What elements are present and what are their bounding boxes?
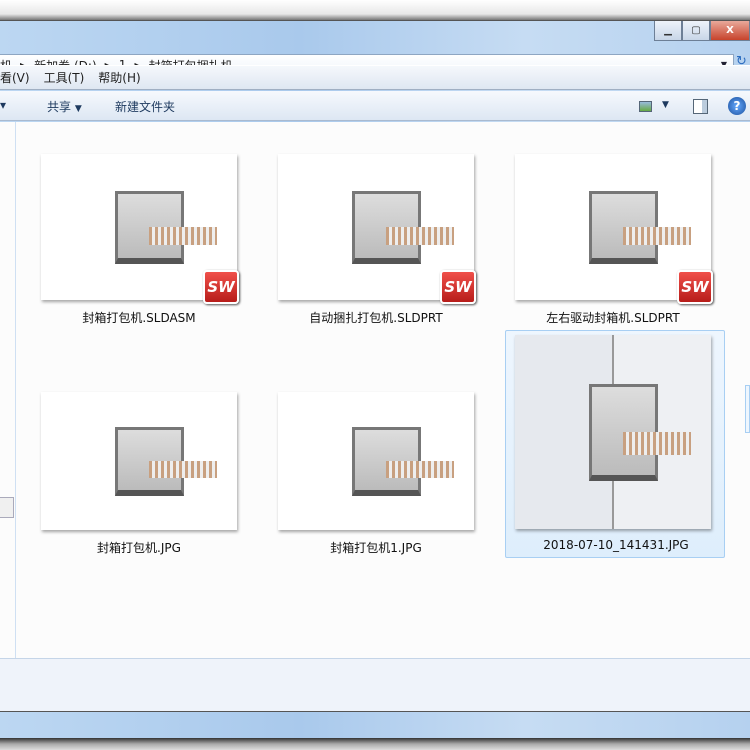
conveyor-image	[622, 227, 692, 245]
menu-help[interactable]: 帮助(H)	[98, 69, 140, 86]
file-item[interactable]: SW 封箱打包机.SLDASM	[41, 154, 261, 382]
share-button[interactable]: 共享 ▼	[47, 98, 82, 115]
menu-view[interactable]: 看(V)	[0, 69, 30, 86]
file-item[interactable]: 2018-07-10_141431.JPG	[505, 330, 725, 558]
file-name: 左右驱动封箱机.SLDPRT	[546, 311, 680, 325]
solidworks-icon: SW	[203, 270, 239, 304]
file-thumbnail	[41, 392, 237, 530]
nav-pane-item[interactable]	[0, 497, 14, 518]
preview-pane-icon[interactable]	[693, 99, 708, 114]
organize-button[interactable]: ▾	[0, 98, 6, 112]
file-item[interactable]: 封箱打包机.JPG	[41, 392, 261, 620]
conveyor-image	[148, 461, 218, 478]
file-name: 封箱打包机1.JPG	[330, 541, 422, 555]
file-name: 2018-07-10_141431.JPG	[543, 538, 689, 552]
file-item[interactable]: SW 自动捆扎打包机.SLDPRT	[278, 154, 498, 382]
menu-bar: 看(V) 工具(T) 帮助(H)	[0, 65, 750, 90]
maximize-button[interactable]: ▢	[682, 21, 710, 41]
close-button[interactable]: X	[710, 21, 750, 41]
file-name: 封箱打包机.SLDASM	[82, 311, 196, 325]
file-thumbnail	[515, 335, 711, 529]
help-icon[interactable]: ?	[728, 97, 746, 115]
command-bar: ▾ 共享 ▼ 新建文件夹 ▼ ?	[0, 91, 750, 121]
taskbar-edge	[0, 738, 750, 750]
desktop-bg	[0, 0, 750, 20]
dropdown-icon: ▼	[74, 104, 82, 114]
navigation-pane[interactable]	[0, 122, 15, 658]
file-name: 封箱打包机.JPG	[97, 541, 181, 555]
scroll-edge	[745, 385, 750, 433]
view-dropdown-icon[interactable]: ▼	[662, 100, 669, 110]
view-icon[interactable]	[639, 101, 652, 112]
file-name: 自动捆扎打包机.SLDPRT	[309, 311, 443, 325]
solidworks-icon: SW	[677, 270, 713, 304]
new-folder-button[interactable]: 新建文件夹	[115, 98, 175, 115]
file-item[interactable]: 封箱打包机1.JPG	[278, 392, 498, 620]
conveyor-image	[385, 461, 455, 478]
conveyor-image	[622, 432, 692, 456]
menu-tools[interactable]: 工具(T)	[44, 69, 85, 86]
details-pane	[0, 658, 750, 712]
conveyor-image	[148, 227, 218, 245]
minimize-button[interactable]: ▁	[654, 21, 682, 41]
solidworks-icon: SW	[440, 270, 476, 304]
conveyor-image	[385, 227, 455, 245]
file-thumbnail	[278, 392, 474, 530]
window-controls: ▁ ▢ X	[654, 21, 750, 41]
share-label: 共享	[47, 100, 72, 114]
